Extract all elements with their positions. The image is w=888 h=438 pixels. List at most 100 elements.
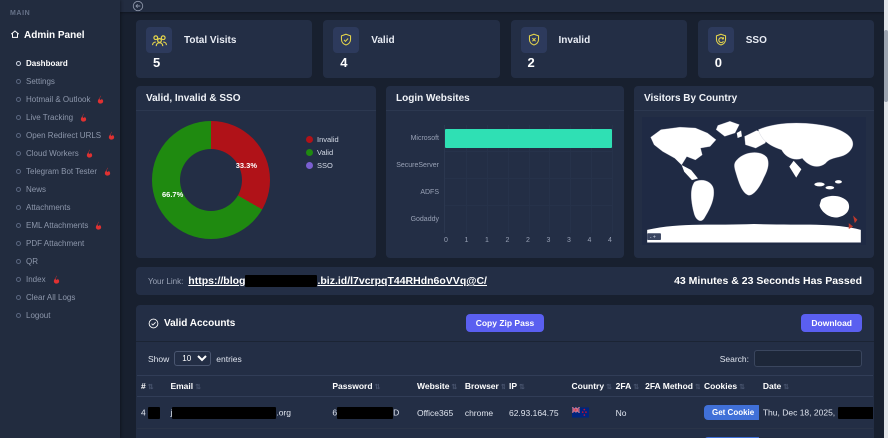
x-tick: 3 (567, 237, 571, 244)
sidebar-item-settings[interactable]: Settings (10, 72, 120, 90)
cell-twofa-method (641, 429, 700, 438)
cell-country (568, 429, 612, 438)
legend-label: Invalid (317, 135, 339, 144)
sidebar-item-label: Telegram Bot Tester (26, 167, 97, 176)
sort-icon: ⇅ (633, 384, 639, 391)
redacted-text (838, 407, 873, 419)
valid-accounts-title: Valid Accounts (164, 318, 235, 329)
get-cookie-button[interactable]: Get Cookie (704, 405, 759, 420)
bullet-icon (16, 205, 21, 210)
collapse-sidebar-icon[interactable] (132, 0, 144, 12)
accounts-table: #⇅Email⇅Password⇅Website⇅Browser⇅IP⇅Coun… (137, 375, 873, 438)
cell-cookies[interactable]: Get Cookie (700, 397, 759, 429)
sidebar-item-attachments[interactable]: Attachments (10, 198, 120, 216)
sidebar-item-label: Attachments (26, 203, 70, 212)
donut-chart-body: 33.3% 66.7% Invalid Valid SSO (136, 111, 376, 239)
sidebar-item-telegram-bot-tester[interactable]: Telegram Bot Tester (10, 162, 120, 180)
bar-category-label: SecureServer (389, 162, 439, 169)
stat-card-invalid: Invalid 2 (511, 20, 687, 78)
cell-date: Thu, Dec 18, 2025, (759, 397, 873, 429)
sidebar-item-eml-attachments[interactable]: EML Attachments (10, 216, 120, 234)
bar-chart-title: Login Websites (386, 86, 624, 111)
column-header-ip[interactable]: IP⇅ (505, 376, 568, 397)
slice-label-valid: 66.7% (162, 190, 183, 199)
bar-microsoft[interactable] (445, 129, 612, 148)
svg-text:- +: - + (650, 235, 656, 241)
legend-item-valid[interactable]: Valid (306, 148, 339, 157)
link-redaction (245, 275, 317, 287)
x-tick: 3 (547, 237, 551, 244)
column-header--[interactable]: #⇅ (137, 376, 166, 397)
x-tick: 4 (588, 237, 592, 244)
stats-row: Total Visits 5 Valid 4 Invalid 2 SSO 0 (136, 20, 874, 78)
brand-label: Admin Panel (24, 30, 85, 41)
bar-row-godaddy: Godaddy (445, 206, 612, 233)
sidebar-item-qr[interactable]: QR (10, 252, 120, 270)
sidebar-item-label: PDF Attachment (26, 239, 84, 248)
check-badge-icon (148, 318, 159, 329)
column-header-2fa[interactable]: 2FA⇅ (612, 376, 641, 397)
sidebar-item-dashboard[interactable]: Dashboard (10, 54, 120, 72)
cell-cookies[interactable]: Get Cookie (700, 429, 759, 438)
bullet-icon (16, 277, 21, 282)
search-input[interactable] (754, 350, 862, 367)
bullet-icon (16, 97, 21, 102)
x-tick: 1 (465, 237, 469, 244)
column-header-website[interactable]: Website⇅ (413, 376, 461, 397)
x-tick: 2 (506, 237, 510, 244)
link-url-suffix: .biz.id/l7vcrpqT44RHdn6oVVq@C/ (317, 275, 487, 287)
bullet-icon (16, 169, 21, 174)
sidebar-menu: Dashboard Settings Hotmail & Outlook Liv… (10, 54, 120, 324)
topbar (120, 0, 888, 12)
column-header-date[interactable]: Date⇅ (759, 376, 873, 397)
bar-chart-plot: MicrosoftSecureServerADFSGodaddy (444, 125, 612, 233)
download-button[interactable]: Download (801, 314, 862, 332)
sort-icon: ⇅ (501, 384, 505, 391)
column-header-browser[interactable]: Browser⇅ (461, 376, 505, 397)
valid-accounts-panel: Valid Accounts Copy Zip Pass Download Sh… (136, 305, 874, 438)
bullet-icon (16, 133, 21, 138)
column-header-email[interactable]: Email⇅ (166, 376, 328, 397)
sidebar-item-open-redirect-urls[interactable]: Open Redirect URLS (10, 126, 120, 144)
admin-dashboard: MAIN Admin Panel Dashboard Settings Hotm… (0, 0, 888, 438)
sort-icon: ⇅ (739, 384, 745, 391)
shield-check-icon (333, 27, 359, 53)
sidebar-item-logout[interactable]: Logout (10, 306, 120, 324)
world-map[interactable]: - + (634, 111, 874, 251)
redacted-text (337, 407, 393, 419)
sidebar-item-index[interactable]: Index (10, 270, 120, 288)
page-size-select[interactable]: 10 (174, 351, 211, 366)
sidebar-item-cloud-workers[interactable]: Cloud Workers (10, 144, 120, 162)
sort-icon: ⇅ (519, 384, 525, 391)
sidebar-item-clear-all-logs[interactable]: Clear All Logs (10, 288, 120, 306)
bullet-icon (16, 151, 21, 156)
donut-chart: 33.3% 66.7% (152, 121, 270, 239)
charts-row: Valid, Invalid & SSO 33.3% 66.7% Invalid… (136, 86, 874, 258)
legend-item-sso[interactable]: SSO (306, 161, 339, 170)
sidebar-item-label: Open Redirect URLS (26, 131, 101, 140)
scrollbar[interactable] (884, 0, 888, 438)
bullet-icon (16, 313, 21, 318)
sidebar-item-hotmail-outlook[interactable]: Hotmail & Outlook (10, 90, 120, 108)
column-header-cookies[interactable]: Cookies⇅ (700, 376, 759, 397)
column-header-country[interactable]: Country⇅ (568, 376, 612, 397)
fire-icon (96, 95, 105, 104)
scrollbar-thumb[interactable] (884, 30, 888, 102)
home-icon (10, 29, 20, 42)
brand[interactable]: Admin Panel (10, 29, 120, 42)
sidebar-item-live-tracking[interactable]: Live Tracking (10, 108, 120, 126)
sort-icon: ⇅ (451, 384, 457, 391)
sidebar-item-pdf-attachment[interactable]: PDF Attachment (10, 234, 120, 252)
copy-zip-pass-button[interactable]: Copy Zip Pass (466, 314, 545, 332)
sidebar-item-label: Settings (26, 77, 55, 86)
legend-item-invalid[interactable]: Invalid (306, 135, 339, 144)
column-header-2fa-method[interactable]: 2FA Method⇅ (641, 376, 700, 397)
sidebar-item-label: Dashboard (26, 59, 68, 68)
bar-chart-body: MicrosoftSecureServerADFSGodaddy 0112233… (386, 111, 624, 244)
column-header-password[interactable]: Password⇅ (328, 376, 413, 397)
sidebar-item-news[interactable]: News (10, 180, 120, 198)
cell-browser (461, 429, 505, 438)
dashboard-content: Total Visits 5 Valid 4 Invalid 2 SSO 0 V… (120, 12, 888, 438)
phish-link[interactable]: https://blog .biz.id/l7vcrpqT44RHdn6oVVq… (188, 275, 487, 287)
bar-row-adfs: ADFS (445, 179, 612, 206)
